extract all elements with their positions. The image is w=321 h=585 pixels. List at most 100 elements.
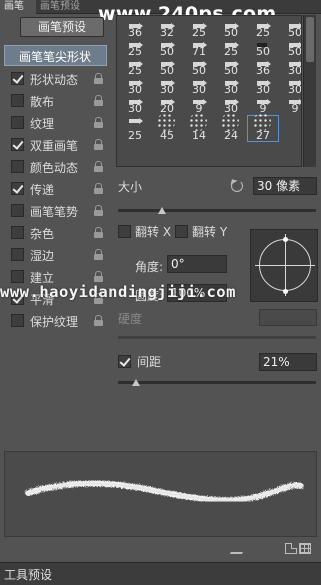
brush-tip-cell[interactable]: 9 (279, 96, 301, 115)
option-row[interactable]: 形状动态 (4, 68, 107, 89)
tool-presets-bar: 工具预设 (0, 562, 321, 585)
lock-icon[interactable] (94, 205, 103, 216)
option-row[interactable]: 传递 (4, 178, 107, 199)
roundness-handle-top[interactable] (283, 237, 288, 242)
brush-tip-cell[interactable]: 25 (183, 20, 215, 39)
brush-toggle-icon[interactable] (229, 543, 249, 554)
brush-tip-cell[interactable]: 30 (247, 77, 279, 96)
tab-tool-presets[interactable]: 工具预设 (4, 566, 52, 583)
option-row[interactable]: 杂色 (4, 222, 107, 243)
brush-tip-cell[interactable]: 30 (215, 77, 247, 96)
new-preset-icon[interactable] (285, 543, 297, 554)
lock-icon[interactable] (94, 183, 103, 194)
option-row[interactable]: 湿边 (4, 244, 107, 265)
flip-y-checkbox[interactable] (175, 225, 188, 238)
flip-x-checkbox[interactable] (118, 225, 131, 238)
tab-brush-presets[interactable]: 画笔预设 (36, 0, 94, 14)
option-checkbox[interactable] (11, 182, 24, 195)
reset-size-icon[interactable] (231, 180, 243, 192)
brush-tip-cell[interactable]: 30 (119, 77, 151, 96)
option-row[interactable]: 纹理 (4, 112, 107, 133)
brush-tip-cell[interactable]: 50 (183, 58, 215, 77)
option-label: 散布 (30, 95, 55, 109)
brush-tip-cell[interactable]: 50 (215, 58, 247, 77)
brush-tip-cell[interactable]: 50 (247, 39, 279, 58)
brush-tip-cell[interactable]: 30 (119, 96, 151, 115)
brush-tip-cell[interactable]: 32 (151, 20, 183, 39)
brush-tip-cell[interactable]: 50 (215, 20, 247, 39)
spacing-checkbox[interactable] (118, 355, 131, 368)
brush-tip-cell[interactable]: 25 (119, 39, 151, 58)
brush-tip-cell[interactable]: 71 (183, 39, 215, 58)
brush-size-label: 30 (192, 83, 206, 96)
option-brush-tip-shape[interactable]: 画笔笔尖形状 (4, 45, 107, 66)
option-row[interactable]: 散布 (4, 90, 107, 111)
brush-tip-cell[interactable]: 50 (151, 39, 183, 58)
lock-icon[interactable] (94, 161, 103, 172)
scrollbar-thumb[interactable] (306, 17, 314, 62)
spacing-slider[interactable] (118, 379, 316, 386)
flip-y-toggle[interactable]: 翻转 Y (175, 223, 227, 240)
brush-presets-button[interactable]: 画笔预设 (20, 17, 104, 37)
lock-icon[interactable] (94, 139, 103, 150)
brush-tip-cell[interactable]: 27 (247, 113, 279, 142)
option-checkbox[interactable] (11, 160, 24, 173)
size-slider-knob[interactable] (157, 207, 166, 214)
option-checkbox[interactable] (11, 116, 24, 129)
brush-tip-cell[interactable]: 30 (183, 77, 215, 96)
brush-grid-scrollbar[interactable] (303, 15, 316, 167)
lock-icon[interactable] (94, 315, 103, 326)
brush-size-label: 14 (192, 129, 206, 142)
brush-tip-cell[interactable]: 30 (279, 58, 301, 77)
brush-tip-cell[interactable]: 25 (119, 115, 151, 142)
hardness-input (259, 309, 317, 326)
lock-icon[interactable] (94, 95, 103, 106)
lock-icon[interactable] (94, 73, 103, 84)
brush-tip-cell[interactable]: 50 (151, 58, 183, 77)
angle-input[interactable]: 0° (167, 255, 227, 273)
spacing-toggle[interactable]: 间距 (118, 353, 161, 370)
brush-tip-cell[interactable]: 25 (247, 20, 279, 39)
brush-tip-grid: 36 32 25 50 25 50 25 50 71 25 50 50 25 50 50 50 36 30 30 30… (116, 15, 302, 167)
brush-tip-cell[interactable]: 50 (279, 20, 301, 39)
brush-tip-cell[interactable]: 25 (119, 58, 151, 77)
flip-x-toggle[interactable]: 翻转 X (118, 223, 171, 240)
brush-tip-cell[interactable] (279, 115, 301, 142)
lock-icon[interactable] (94, 227, 103, 238)
lock-icon[interactable] (94, 249, 103, 260)
option-checkbox[interactable] (11, 72, 24, 85)
option-checkbox[interactable] (11, 270, 24, 283)
brush-tip-cell[interactable]: 36 (119, 20, 151, 39)
spacing-slider-knob[interactable] (131, 379, 140, 386)
option-checkbox[interactable] (11, 226, 24, 239)
option-label: 形状动态 (30, 73, 79, 87)
size-input[interactable]: 30 像素 (253, 177, 317, 195)
option-row[interactable]: 双重画笔 (4, 134, 107, 155)
brush-tip-cell[interactable]: 25 (215, 39, 247, 58)
brush-stroke-preview (4, 451, 317, 537)
option-checkbox[interactable] (11, 138, 24, 151)
lock-icon[interactable] (94, 271, 103, 282)
size-slider[interactable] (118, 207, 316, 214)
brush-tip-cell[interactable]: 36 (247, 58, 279, 77)
brush-tip-cell[interactable]: 50 (279, 39, 301, 58)
brush-tip-cell[interactable]: 24 (215, 113, 247, 142)
option-row[interactable]: 保护纹理 (4, 310, 107, 331)
lock-icon[interactable] (94, 117, 103, 128)
spacing-input[interactable]: 21% (259, 353, 317, 371)
grid-toggle-icon[interactable] (299, 543, 311, 554)
brush-tip-cell[interactable]: 30 (151, 77, 183, 96)
option-label: 画笔笔尖形状 (19, 50, 92, 64)
brush-tip-cell[interactable]: 14 (183, 113, 215, 142)
brush-tip-cell[interactable]: 45 (151, 113, 183, 142)
brush-size-label: 50 (224, 26, 238, 39)
flip-x-label: 翻转 X (135, 225, 172, 239)
option-checkbox[interactable] (11, 314, 24, 327)
brush-tip-cell[interactable]: 30 (279, 77, 301, 96)
option-checkbox[interactable] (11, 94, 24, 107)
option-row[interactable]: 颜色动态 (4, 156, 107, 177)
option-row[interactable]: 画笔笔势 (4, 200, 107, 221)
option-checkbox[interactable] (11, 204, 24, 217)
option-checkbox[interactable] (11, 248, 24, 261)
tab-brush[interactable]: 画笔 (0, 0, 36, 14)
